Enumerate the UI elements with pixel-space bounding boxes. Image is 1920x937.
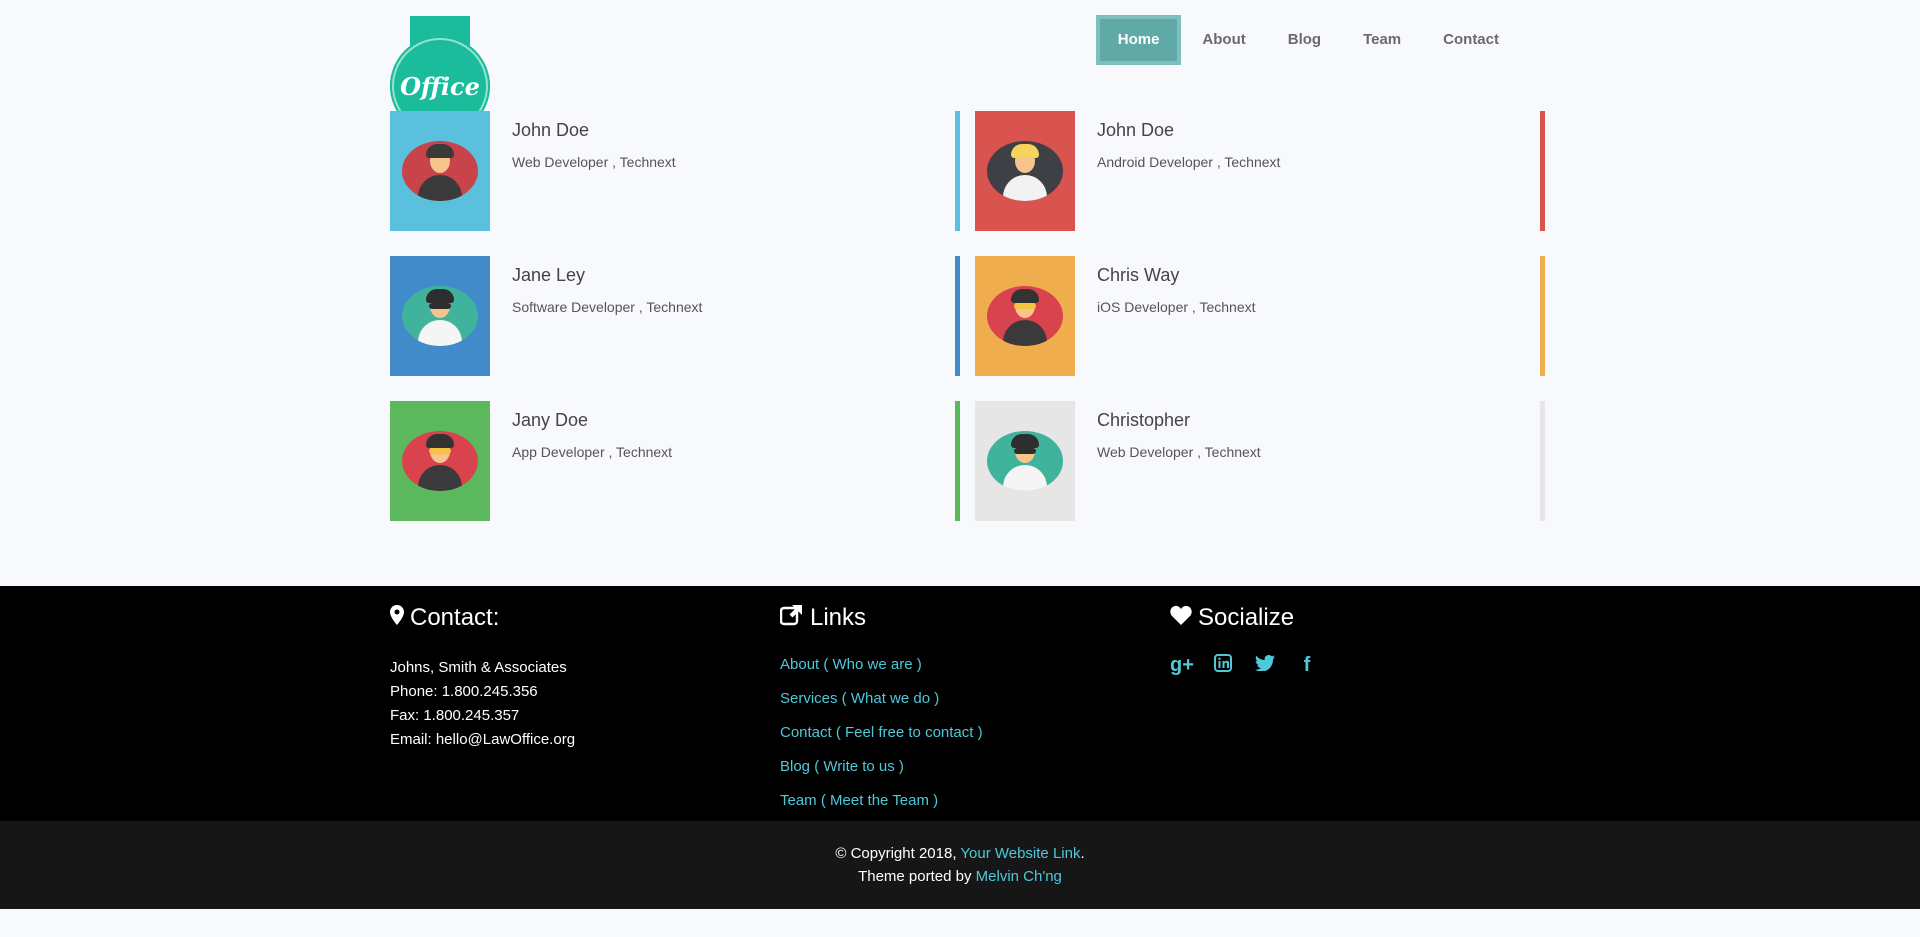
avatar bbox=[987, 141, 1063, 201]
linkedin-icon[interactable] bbox=[1212, 654, 1234, 678]
author-link[interactable]: Melvin Ch'ng bbox=[976, 868, 1062, 885]
website-link[interactable]: Your Website Link bbox=[960, 845, 1080, 862]
team-card: Jany Doe App Developer , Technext bbox=[390, 401, 960, 521]
team-card: Christopher Web Developer , Technext bbox=[975, 401, 1545, 521]
team-card: Jane Ley Software Developer , Technext bbox=[390, 256, 960, 376]
copyright-text: © Copyright 2018, bbox=[835, 845, 957, 862]
main-nav: Home About Blog Team Contact bbox=[1095, 15, 1520, 65]
contact-line: Email: hello@LawOffice.org bbox=[390, 731, 576, 748]
member-photo bbox=[390, 401, 490, 521]
avatar bbox=[402, 431, 478, 491]
member-photo bbox=[975, 111, 1075, 231]
member-name: Jany Doe bbox=[512, 410, 589, 430]
links-title: Links bbox=[810, 604, 867, 631]
nav-contact[interactable]: Contact bbox=[1422, 15, 1520, 65]
team-card: Chris Way iOS Developer , Technext bbox=[975, 256, 1545, 376]
footer-link-services[interactable]: Services ( What we do ) bbox=[780, 682, 983, 716]
external-link-icon bbox=[779, 604, 804, 632]
socialize-title: Socialize bbox=[1198, 604, 1295, 631]
footer-socialize: Socialize g+ f bbox=[1170, 604, 1318, 678]
member-name: Christopher bbox=[1097, 410, 1191, 430]
footer-link-about[interactable]: About ( Who we are ) bbox=[780, 648, 983, 682]
heart-icon bbox=[1170, 605, 1192, 631]
footer-link-contact[interactable]: Contact ( Feel free to contact ) bbox=[780, 716, 983, 750]
accent-bar bbox=[1540, 401, 1545, 521]
contact-heading: Contact: bbox=[390, 604, 575, 632]
socialize-heading: Socialize bbox=[1170, 604, 1318, 632]
avatar bbox=[987, 431, 1063, 491]
member-role: Web Developer , Technext bbox=[1097, 444, 1261, 460]
ported-by-text: Theme ported by bbox=[858, 868, 972, 885]
nav-about[interactable]: About bbox=[1181, 15, 1266, 65]
nav-team[interactable]: Team bbox=[1342, 15, 1422, 65]
contact-line: Fax: 1.800.245.357 bbox=[390, 707, 520, 724]
footer: Contact: Johns, Smith & Associates Phone… bbox=[0, 586, 1920, 821]
member-name: Chris Way bbox=[1097, 265, 1180, 285]
footer-contact: Contact: Johns, Smith & Associates Phone… bbox=[390, 604, 575, 752]
accent-bar bbox=[1540, 111, 1545, 231]
contact-line: Johns, Smith & Associates bbox=[390, 659, 567, 676]
member-name: John Doe bbox=[1097, 120, 1175, 140]
nav-blog[interactable]: Blog bbox=[1267, 15, 1342, 65]
member-role: App Developer , Technext bbox=[512, 444, 673, 460]
footer-link-team[interactable]: Team ( Meet the Team ) bbox=[780, 784, 983, 818]
member-role: Web Developer , Technext bbox=[512, 154, 676, 170]
accent-bar bbox=[955, 111, 960, 231]
avatar bbox=[987, 286, 1063, 346]
member-photo bbox=[390, 256, 490, 376]
avatar bbox=[402, 141, 478, 201]
accent-bar bbox=[1540, 256, 1545, 376]
member-name: Jane Ley bbox=[512, 265, 586, 285]
copyright-bar: © Copyright 2018, Your Website Link. The… bbox=[0, 821, 1920, 909]
footer-links: Links About ( Who we are ) Services ( Wh… bbox=[779, 604, 983, 818]
member-role: Software Developer , Technext bbox=[512, 299, 703, 315]
nav-home[interactable]: Home bbox=[1095, 15, 1182, 65]
member-role: iOS Developer , Technext bbox=[1097, 299, 1256, 315]
contact-title: Contact: bbox=[410, 604, 500, 631]
member-photo bbox=[975, 256, 1075, 376]
map-marker-icon bbox=[390, 605, 404, 631]
member-photo bbox=[390, 111, 490, 231]
facebook-icon[interactable]: f bbox=[1296, 654, 1318, 678]
copyright-period: . bbox=[1080, 845, 1085, 862]
accent-bar bbox=[955, 401, 960, 521]
member-name: John Doe bbox=[512, 120, 590, 140]
footer-link-blog[interactable]: Blog ( Write to us ) bbox=[780, 750, 983, 784]
google-plus-icon[interactable]: g+ bbox=[1170, 654, 1194, 678]
contact-line: Phone: 1.800.245.356 bbox=[390, 683, 538, 700]
member-photo bbox=[975, 401, 1075, 521]
links-heading: Links bbox=[779, 604, 983, 632]
team-card: John Doe Android Developer , Technext bbox=[975, 111, 1545, 231]
member-role: Android Developer , Technext bbox=[1097, 154, 1281, 170]
twitter-icon[interactable] bbox=[1254, 654, 1276, 678]
avatar bbox=[402, 286, 478, 346]
team-card: John Doe Web Developer , Technext bbox=[390, 111, 960, 231]
accent-bar bbox=[955, 256, 960, 376]
